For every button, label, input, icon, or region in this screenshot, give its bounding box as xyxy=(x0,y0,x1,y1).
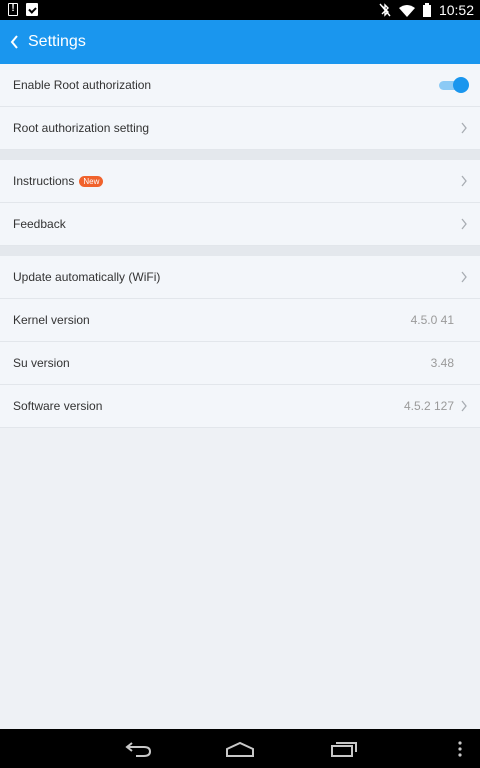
new-badge: New xyxy=(79,175,104,187)
toggle-thumb xyxy=(453,77,469,93)
battery-icon xyxy=(422,3,431,17)
row-label: Su version xyxy=(13,356,70,370)
bluetooth-off-icon xyxy=(379,3,391,17)
recents-icon xyxy=(331,741,357,757)
software-version-row[interactable]: Software version 4.5.2 127 xyxy=(0,385,480,428)
clipboard-check-icon xyxy=(26,3,38,16)
feedback-row[interactable]: Feedback xyxy=(0,203,480,246)
kernel-version-row: Kernel version 4.5.0 41 xyxy=(0,299,480,342)
settings-list: Enable Root authorization Root authoriza… xyxy=(0,64,480,428)
chevron-right-icon xyxy=(461,218,467,230)
nav-menu-button[interactable] xyxy=(450,729,470,768)
row-label: Update automatically (WiFi) xyxy=(13,270,161,284)
instructions-row[interactable]: Instructions New xyxy=(0,160,480,203)
su-version-row: Su version 3.48 xyxy=(0,342,480,385)
home-icon xyxy=(226,741,254,757)
row-label: Enable Root authorization xyxy=(13,78,152,92)
system-nav-bar xyxy=(0,729,480,768)
kernel-version-value: 4.5.0 41 xyxy=(410,313,454,327)
back-icon xyxy=(125,741,152,757)
enable-root-row[interactable]: Enable Root authorization xyxy=(0,64,480,107)
app-bar: Settings xyxy=(0,20,480,64)
alert-notification-icon: ! xyxy=(8,3,18,16)
row-label: Software version xyxy=(13,399,103,413)
status-bar: ! 10:52 xyxy=(0,0,480,20)
menu-dots-icon xyxy=(458,740,462,757)
section-divider xyxy=(0,150,480,160)
chevron-right-icon xyxy=(461,271,467,283)
chevron-right-icon xyxy=(461,400,467,412)
row-label: Kernel version xyxy=(13,313,90,327)
row-label: Root authorization setting xyxy=(13,121,150,135)
chevron-right-icon xyxy=(461,122,467,134)
enable-root-toggle[interactable] xyxy=(439,77,469,93)
row-label: Feedback xyxy=(13,217,66,231)
chevron-right-icon xyxy=(461,175,467,187)
update-automatically-row[interactable]: Update automatically (WiFi) xyxy=(0,256,480,299)
nav-home-button[interactable] xyxy=(220,729,260,768)
wifi-icon xyxy=(398,4,415,17)
section-divider xyxy=(0,246,480,256)
clock: 10:52 xyxy=(438,2,474,18)
row-label: Instructions xyxy=(13,174,75,188)
su-version-value: 3.48 xyxy=(430,356,454,370)
back-button[interactable]: Settings xyxy=(0,20,86,64)
root-authorization-setting-row[interactable]: Root authorization setting xyxy=(0,107,480,150)
chevron-left-icon xyxy=(10,32,26,52)
page-title: Settings xyxy=(28,33,86,50)
software-version-value: 4.5.2 127 xyxy=(403,399,454,413)
nav-recents-button[interactable] xyxy=(324,729,364,768)
nav-back-button[interactable] xyxy=(118,729,158,768)
